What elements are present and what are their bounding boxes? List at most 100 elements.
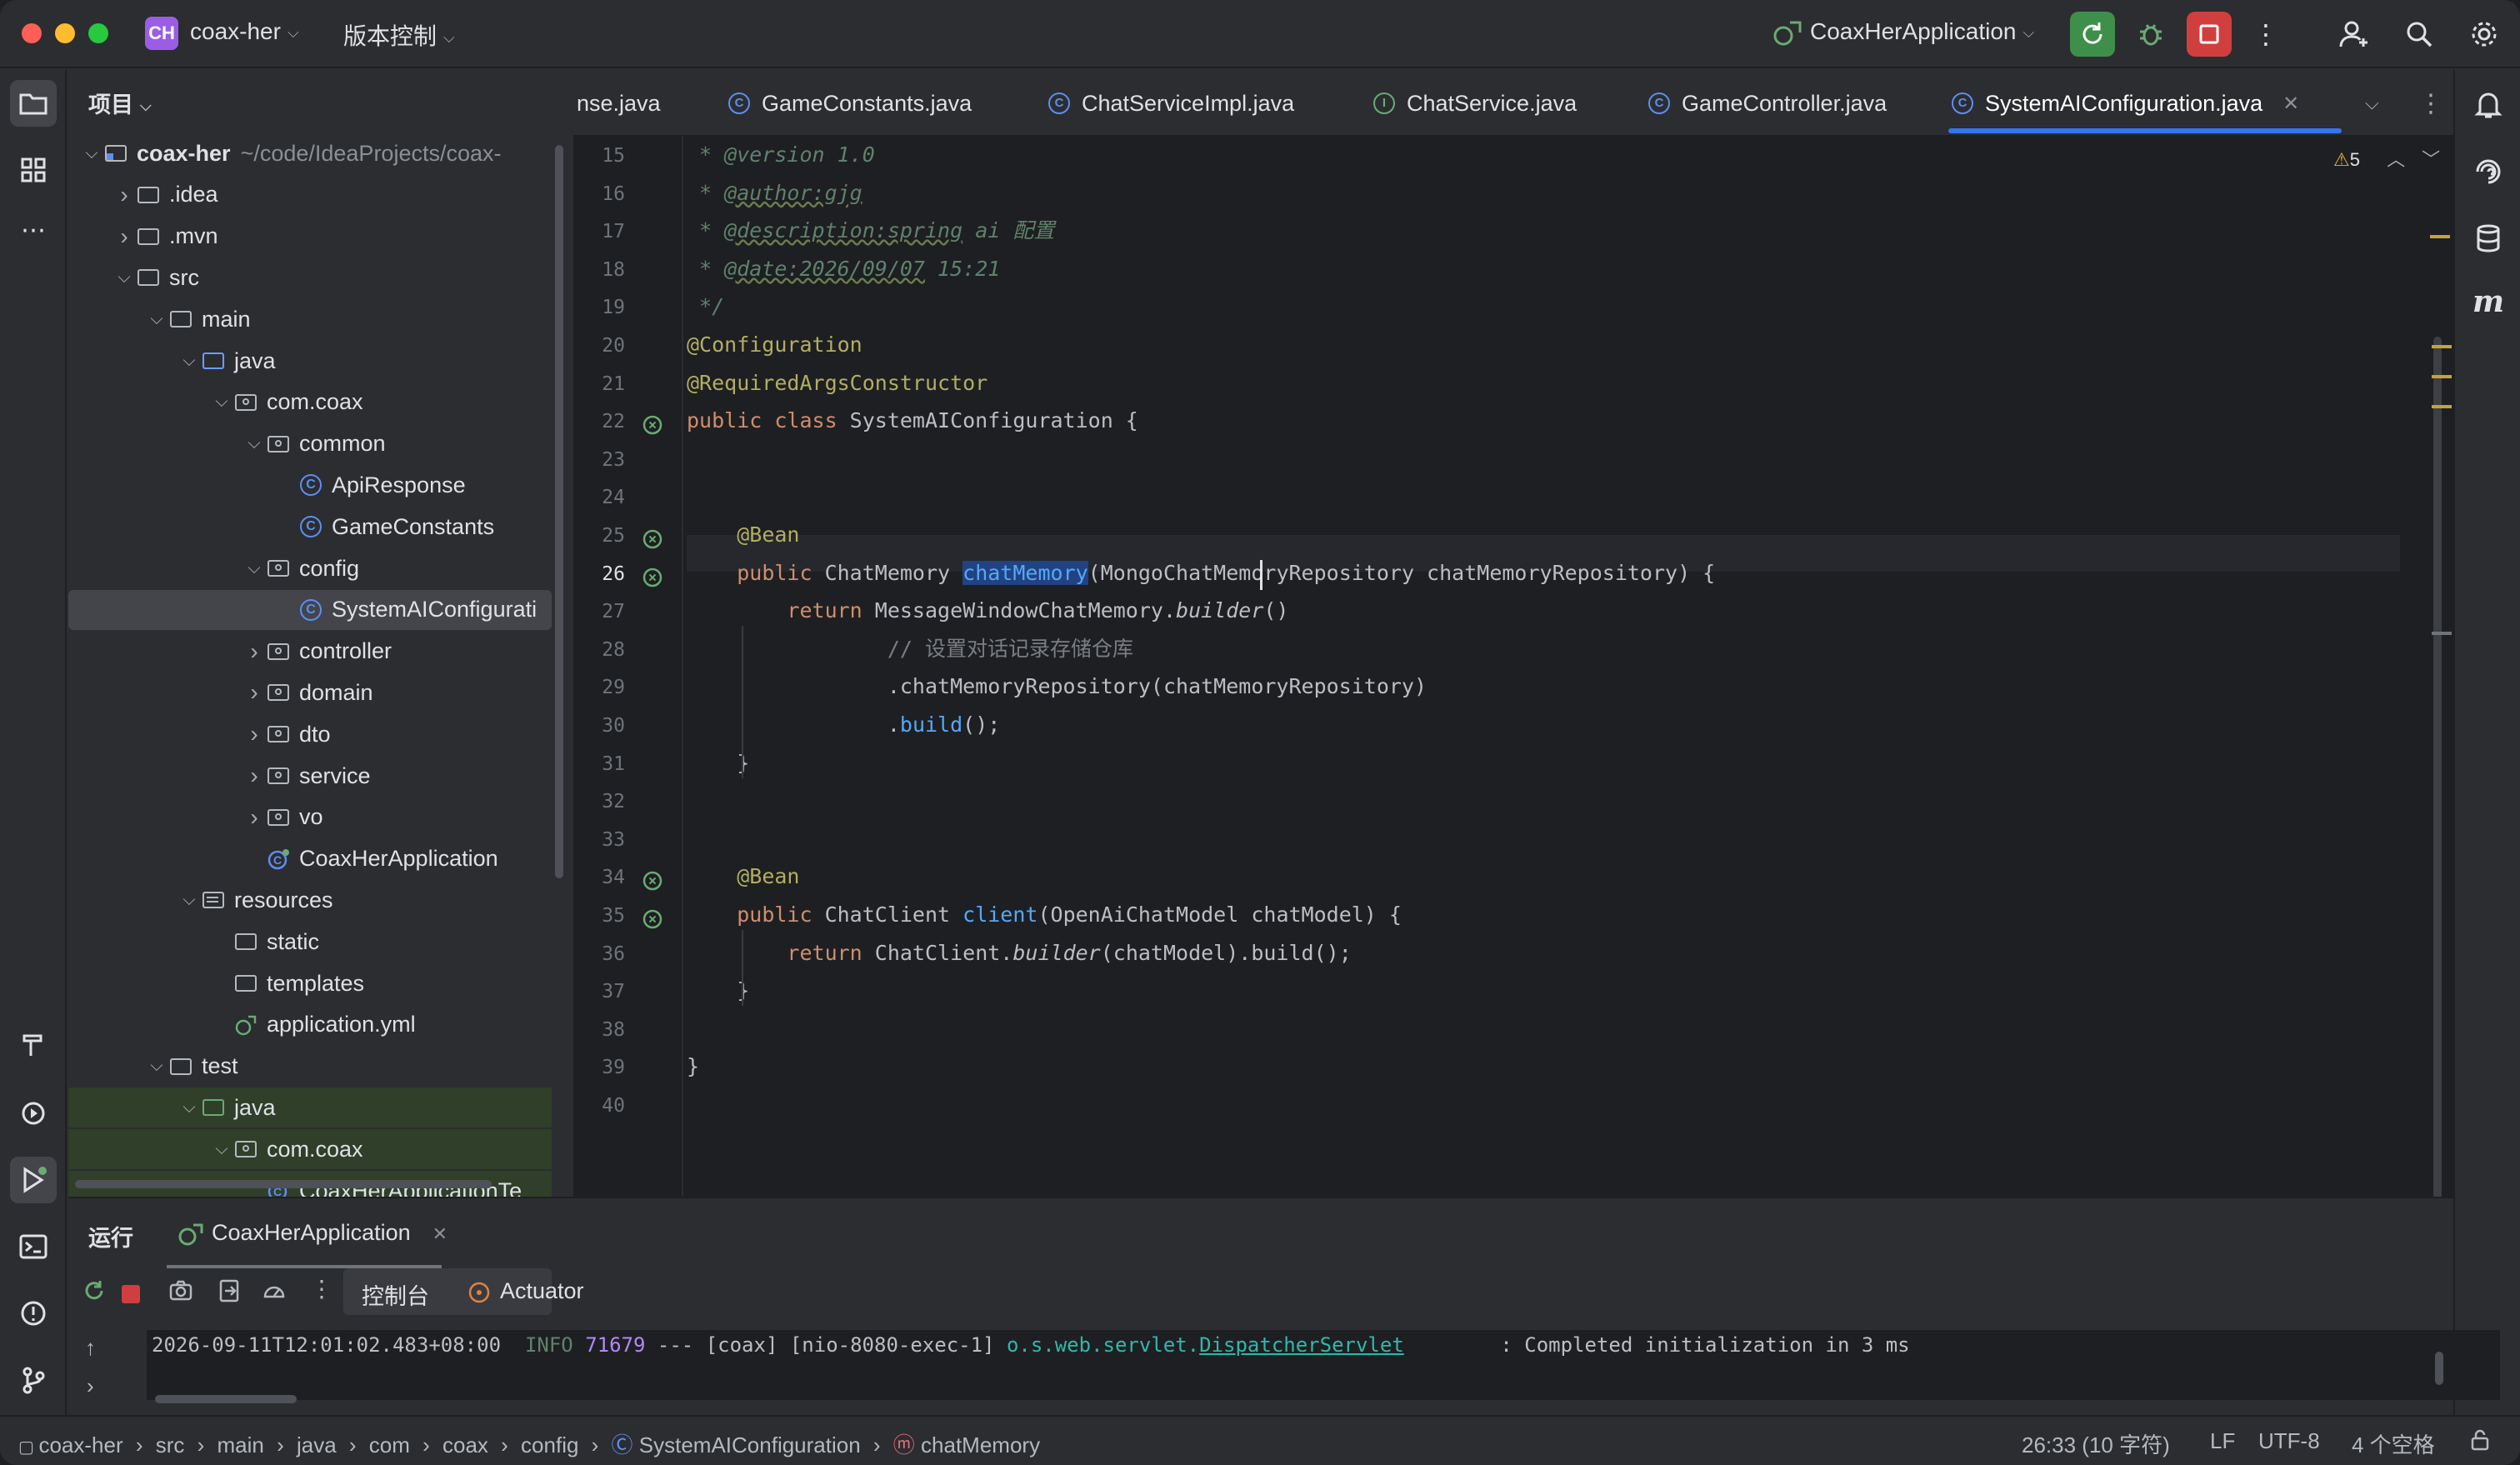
chevron-right-icon[interactable]: › <box>244 679 264 706</box>
structure-tool-button[interactable] <box>10 147 57 193</box>
line-number[interactable]: 33 <box>573 829 625 851</box>
more-tools-button[interactable]: ⋯ <box>10 207 57 253</box>
chevron-down-icon[interactable]: ⌵ <box>147 310 167 329</box>
code-line[interactable]: } <box>687 972 749 1009</box>
tree-item[interactable]: ⌵ com.coax <box>68 1129 552 1170</box>
line-number[interactable]: 35 <box>573 905 625 927</box>
line-number[interactable]: 36 <box>573 943 625 965</box>
more-actions-button[interactable]: ⋮ <box>2243 12 2288 57</box>
code-line[interactable]: return ChatClient.builder(chatModel).bui… <box>687 935 1351 972</box>
project-panel-header[interactable]: 项目 ⌵ <box>88 87 152 119</box>
tree-item[interactable]: › domain <box>68 672 552 712</box>
line-number[interactable]: 32 <box>573 791 625 812</box>
code-line[interactable]: } <box>687 745 749 782</box>
search-everywhere-button[interactable] <box>2397 12 2442 57</box>
line-number[interactable]: 28 <box>573 639 625 661</box>
code-line[interactable]: .build(); <box>687 707 1000 743</box>
stop-button[interactable] <box>2187 12 2232 57</box>
line-number[interactable]: 34 <box>573 867 625 888</box>
log-logger-link[interactable]: DispatcherServlet <box>1199 1333 1404 1357</box>
breadcrumb-item[interactable]: Ⓒ SystemAIConfiguration <box>612 1432 861 1458</box>
ai-assistant-button[interactable] <box>2465 148 2512 195</box>
code-line[interactable]: public ChatMemory chatMemory(MongoChatMe… <box>687 555 1715 592</box>
line-number[interactable]: 22 <box>573 411 625 432</box>
code-line[interactable]: * @version 1.0 <box>687 137 875 173</box>
tab-more-button[interactable]: ⋮ <box>2418 70 2443 137</box>
tab-chatservice[interactable]: I ChatService.java <box>1373 70 1577 137</box>
project-tool-button[interactable] <box>10 80 57 127</box>
maven-tool-button[interactable]: m <box>2465 278 2512 325</box>
breadcrumb-item[interactable]: main <box>218 1432 264 1458</box>
spring-bean-icon[interactable] <box>640 907 665 932</box>
warning-stripe-mark[interactable] <box>2432 375 2452 378</box>
line-number[interactable]: 27 <box>573 601 625 622</box>
code-line[interactable]: */ <box>687 288 724 325</box>
code-line[interactable]: * @date:2026/09/07 15:21 <box>687 251 1000 288</box>
project-badge[interactable]: CH <box>145 17 178 50</box>
tab-chatserviceimpl[interactable]: C ChatServiceImpl.java <box>1048 70 1294 137</box>
tree-item[interactable]: ⌵ coax-her ~/code/IdeaProjects/coax- <box>68 133 552 173</box>
line-number[interactable]: 37 <box>573 981 625 1002</box>
chevron-down-icon[interactable]: ⌵ <box>244 434 264 453</box>
chevron-right-icon[interactable]: › <box>244 638 264 665</box>
run-config-selector[interactable]: CoaxHerApplication ⌵ <box>1773 18 2034 48</box>
readonly-toggle[interactable] <box>2468 1428 2492 1458</box>
tree-item[interactable]: ⌵ test <box>68 1047 552 1087</box>
close-window-button[interactable] <box>22 23 42 43</box>
breadcrumb-item[interactable]: ▢ coax-her <box>18 1432 123 1458</box>
line-number[interactable]: 16 <box>573 183 625 205</box>
restore-layout-button[interactable] <box>217 1278 243 1305</box>
line-number[interactable]: 21 <box>573 373 625 395</box>
git-tool-button[interactable] <box>10 1357 57 1403</box>
console-expand-icon[interactable]: › <box>87 1373 94 1399</box>
services-tool-button[interactable] <box>10 1090 57 1137</box>
tree-item[interactable]: ⌵ java <box>68 1088 552 1128</box>
breadcrumb-item[interactable]: ⓜ chatMemory <box>893 1432 1040 1458</box>
chevron-right-icon[interactable]: › <box>114 223 134 250</box>
tree-item[interactable]: › controller <box>68 632 552 672</box>
chevron-down-icon[interactable]: ⌵ <box>82 144 102 163</box>
run-config-tab[interactable]: CoaxHerApplication ✕ <box>178 1220 448 1247</box>
tree-item[interactable]: ⌵ java <box>68 341 552 381</box>
database-tool-button[interactable] <box>2465 215 2512 262</box>
chevron-down-icon[interactable]: ⌵ <box>114 268 134 288</box>
tree-item[interactable]: ⌵ src <box>68 258 552 298</box>
console-vscrollbar[interactable] <box>2435 1352 2443 1385</box>
close-tab-icon[interactable]: ✕ <box>432 1223 448 1244</box>
breadcrumb-item[interactable]: coax <box>442 1432 488 1458</box>
code-line[interactable]: * @author:gjg <box>687 175 862 212</box>
breadcrumb-item[interactable]: java <box>297 1432 337 1458</box>
problems-tool-button[interactable] <box>10 1290 57 1337</box>
chevron-right-icon[interactable]: › <box>244 721 264 748</box>
tree-item[interactable]: ⌵ main <box>68 299 552 339</box>
code-line[interactable]: .chatMemoryRepository(chatMemoryReposito… <box>687 668 1427 705</box>
tree-item[interactable]: ⌵ com.coax <box>68 382 552 422</box>
profiler-button[interactable] <box>262 1278 288 1305</box>
code-line[interactable]: @Bean <box>687 858 799 895</box>
line-separator[interactable]: LF <box>2210 1428 2235 1454</box>
code-line[interactable]: } <box>687 1048 699 1085</box>
chevron-down-icon[interactable]: ⌵ <box>212 392 232 412</box>
scroll-up-icon[interactable]: ↑ <box>85 1335 96 1361</box>
tree-item[interactable]: › vo <box>68 798 552 838</box>
code-editor[interactable]: 15 16 17 18 19 20 21 22 23 24 25 26 27 28 29 30 31 32 33 34… <box>573 137 2453 1278</box>
line-number[interactable]: 17 <box>573 221 625 242</box>
editor-scrollbar[interactable] <box>2433 337 2442 1278</box>
tree-item[interactable]: templates <box>68 963 552 1003</box>
line-number[interactable]: 39 <box>573 1057 625 1078</box>
tree-item[interactable]: application.yml <box>68 1005 552 1045</box>
line-number[interactable]: 38 <box>573 1019 625 1041</box>
rerun-small-button[interactable] <box>82 1278 108 1305</box>
line-number[interactable]: 40 <box>573 1095 625 1117</box>
code-line[interactable]: @Bean <box>687 517 799 553</box>
actuator-tab[interactable]: Actuator <box>467 1278 584 1305</box>
file-encoding[interactable]: UTF-8 <box>2258 1428 2320 1454</box>
settings-button[interactable] <box>2462 12 2507 57</box>
terminal-tool-button[interactable] <box>10 1223 57 1270</box>
chevron-down-icon[interactable]: ⌵ <box>179 891 199 910</box>
spring-bean-icon[interactable] <box>640 412 665 438</box>
spring-bean-icon[interactable] <box>640 565 665 590</box>
spring-bean-icon[interactable] <box>640 527 665 552</box>
tree-item[interactable]: static <box>68 922 552 962</box>
editor-gutter[interactable]: 15 16 17 18 19 20 21 22 23 24 25 26 27 28 29 30 31 32 33 34… <box>573 137 683 1197</box>
